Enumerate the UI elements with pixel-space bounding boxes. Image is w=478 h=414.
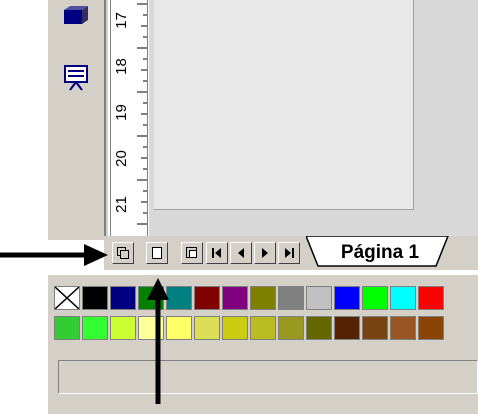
- last-page-button[interactable]: [278, 242, 300, 264]
- color-swatch[interactable]: [306, 316, 332, 340]
- color-swatch[interactable]: [222, 286, 248, 310]
- layout-mode-button[interactable]: [112, 242, 134, 264]
- color-swatch[interactable]: [82, 316, 108, 340]
- toolbar-separator: [104, 0, 106, 240]
- color-swatch[interactable]: [334, 316, 360, 340]
- presentation-tool-button[interactable]: [62, 62, 90, 92]
- up-arrow-annotation: [147, 278, 169, 404]
- first-page-icon: [212, 248, 221, 258]
- last-page-icon: [285, 248, 294, 258]
- color-swatch[interactable]: [82, 286, 108, 310]
- color-swatch[interactable]: [110, 316, 136, 340]
- layout-icon: [117, 247, 129, 259]
- color-swatch[interactable]: [390, 286, 416, 310]
- master-icon: [186, 247, 197, 258]
- ruler-label-19: 19: [112, 104, 130, 121]
- next-page-icon: [262, 248, 268, 258]
- ruler-label-18: 18: [112, 58, 130, 75]
- color-swatch[interactable]: [334, 286, 360, 310]
- prev-page-icon: [238, 248, 244, 258]
- color-swatch[interactable]: [54, 316, 80, 340]
- color-swatch[interactable]: [278, 316, 304, 340]
- drawing-page[interactable]: [154, 0, 414, 210]
- color-swatch[interactable]: [418, 286, 444, 310]
- ruler-label-20: 20: [112, 150, 130, 167]
- first-page-button[interactable]: [206, 242, 228, 264]
- prev-page-button[interactable]: [230, 242, 252, 264]
- master-mode-button[interactable]: [181, 242, 203, 264]
- color-swatch[interactable]: [250, 316, 276, 340]
- color-swatch[interactable]: [362, 316, 388, 340]
- color-palette: [54, 286, 478, 348]
- left-toolbar-panel: [48, 0, 108, 240]
- color-swatch[interactable]: [278, 286, 304, 310]
- color-swatch[interactable]: [362, 286, 388, 310]
- no-fill-swatch[interactable]: [54, 286, 80, 310]
- presentation-icon: [64, 65, 88, 91]
- page-icon: [152, 247, 162, 259]
- page-mode-button[interactable]: [146, 242, 168, 264]
- color-swatch[interactable]: [194, 316, 220, 340]
- color-swatch[interactable]: [222, 316, 248, 340]
- page-tab[interactable]: Página 1: [320, 240, 440, 266]
- color-swatch[interactable]: [306, 286, 332, 310]
- 3d-object-tool-button[interactable]: [62, 4, 90, 28]
- 3d-object-icon: [64, 6, 88, 24]
- next-page-button[interactable]: [254, 242, 276, 264]
- ruler-label-17: 17: [112, 12, 130, 29]
- ruler-label-21: 21: [112, 196, 130, 213]
- left-arrow-annotation: [0, 244, 108, 266]
- page-tab-label: Página 1: [340, 242, 420, 263]
- status-bar: [58, 360, 478, 394]
- color-swatch[interactable]: [110, 286, 136, 310]
- color-swatch[interactable]: [418, 316, 444, 340]
- color-swatch[interactable]: [250, 286, 276, 310]
- color-swatch[interactable]: [390, 316, 416, 340]
- vertical-ruler: 17 18 19 20 21: [110, 0, 148, 236]
- color-swatch[interactable]: [194, 286, 220, 310]
